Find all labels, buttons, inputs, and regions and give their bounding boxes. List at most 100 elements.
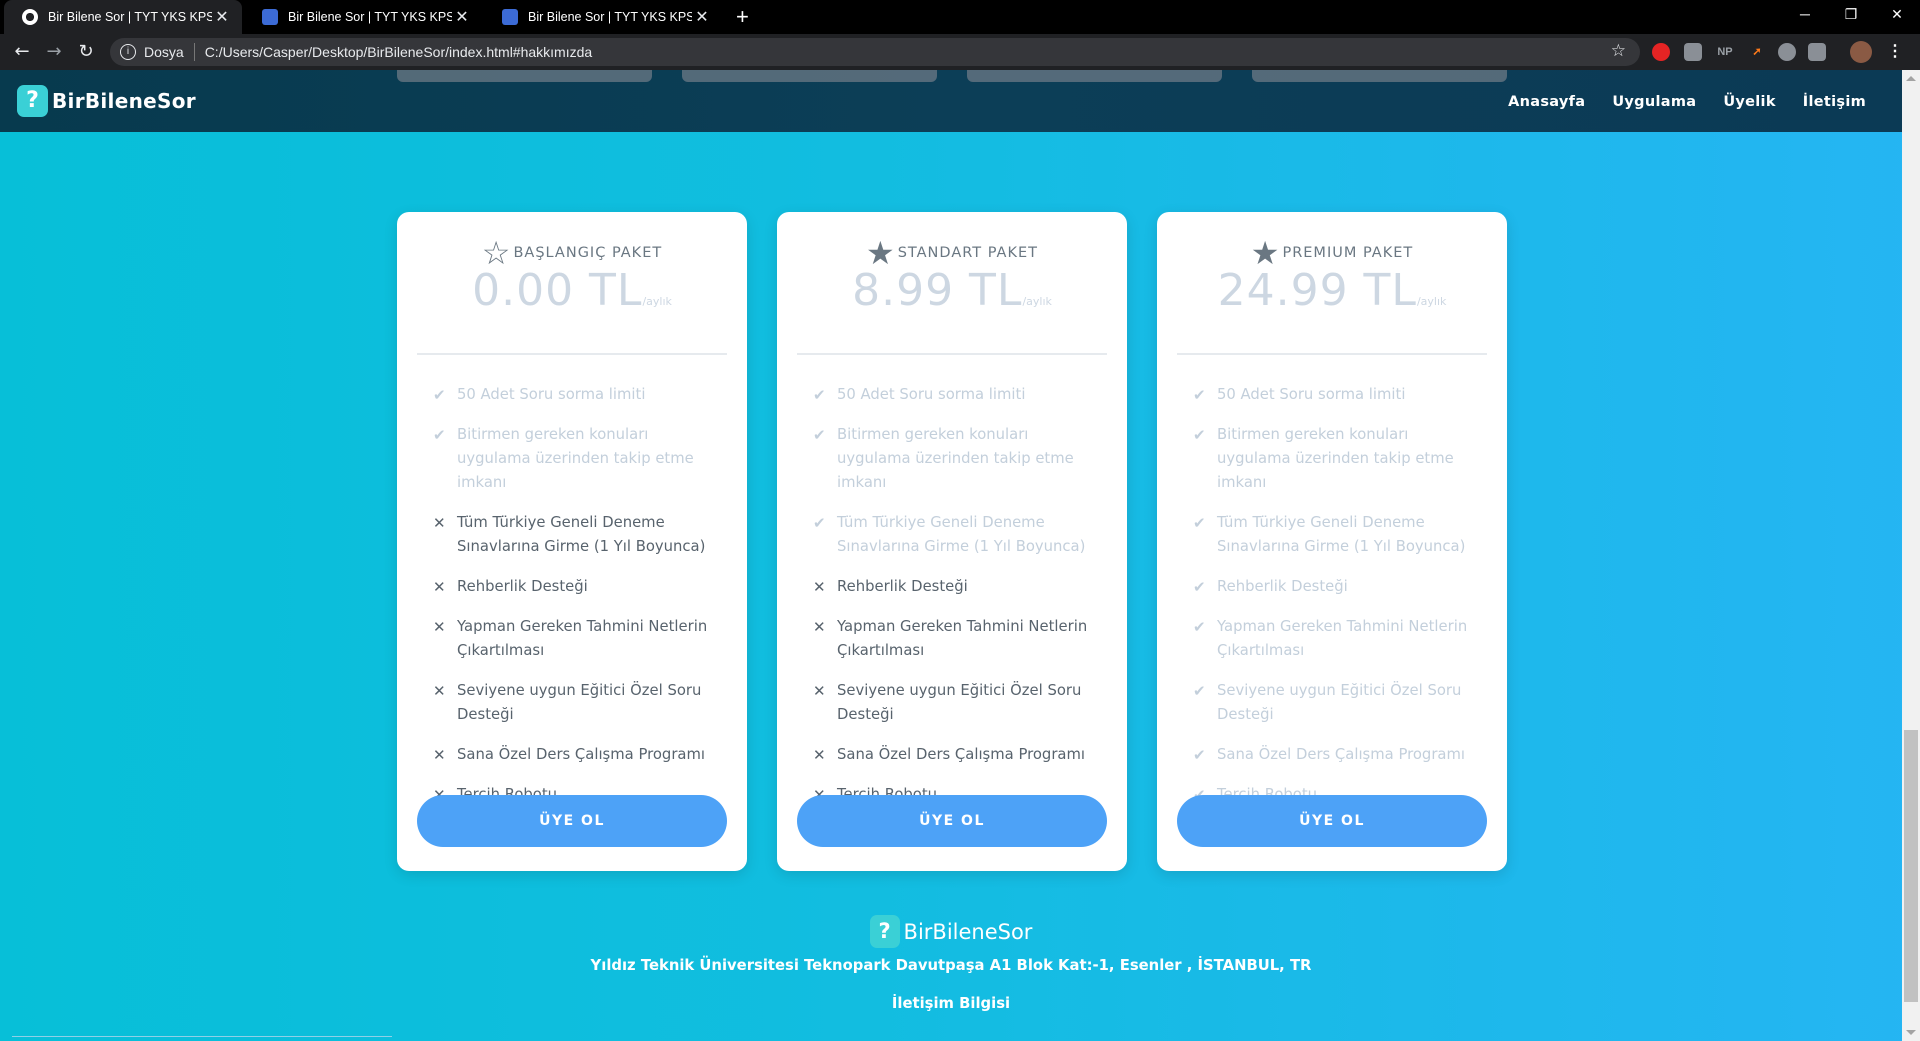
check-icon: ✔ <box>1193 746 1206 764</box>
tab-title: Bir Bilene Sor | TYT YKS KPSS ALES <box>288 10 452 24</box>
tab-title: Bir Bilene Sor | TYT YKS KPSS ALES <box>48 10 212 24</box>
feature-text: Bitirmen gereken konuları uygulama üzeri… <box>1217 426 1454 491</box>
feature-text: Sana Özel Ders Çalışma Programı <box>457 746 705 763</box>
feature-item: ✕ Sana Özel Ders Çalışma Programı <box>433 743 725 767</box>
back-icon[interactable]: ← <box>10 40 34 64</box>
extension-arrow-icon[interactable]: ➚ <box>1748 43 1766 61</box>
feature-text: Seviyene uygun Eğitici Özel Soru Desteği <box>837 682 1082 723</box>
feature-text: Tüm Türkiye Geneli Deneme Sınavlarına Gi… <box>457 514 706 555</box>
feature-list: ✔ 50 Adet Soru sorma limiti ✔ Bitirmen gere… <box>777 355 1127 807</box>
footer-logo[interactable]: ? BirBileneSor <box>869 915 1033 948</box>
feature-text: Sana Özel Ders Çalışma Programı <box>1217 746 1465 763</box>
vertical-scrollbar[interactable] <box>1902 70 1920 1041</box>
browser-tab-2[interactable]: Bir Bilene Sor | TYT YKS KPSS ALES ✕ <box>244 0 482 34</box>
scroll-up-icon[interactable] <box>1906 76 1916 81</box>
nav-link-home[interactable]: Anasayfa <box>1508 94 1585 110</box>
nav-link-membership[interactable]: Üyelik <box>1723 94 1775 110</box>
nav-link-app[interactable]: Uygulama <box>1612 94 1696 110</box>
feature-list: ✔ 50 Adet Soru sorma limiti ✔ Bitirmen gere… <box>397 355 747 807</box>
feature-item: ✔ Seviyene uygun Eğitici Özel Soru Desteğ… <box>1193 679 1485 727</box>
forward-icon[interactable]: → <box>42 40 66 64</box>
check-icon: ✔ <box>813 514 826 532</box>
site-header: ? BirBileneSor Anasayfa Uygulama Üyelik … <box>0 70 1902 132</box>
pricing-card: ☆ BAŞLANGIÇ PAKET 0.00 TL/aylık ✔ 50 Adet So… <box>397 212 747 871</box>
check-icon: ✔ <box>1193 578 1206 596</box>
extension-np-icon[interactable]: NP <box>1713 43 1737 61</box>
background-card-edge <box>967 70 1222 82</box>
browser-toolbar: ← → ↻ i Dosya C:/Users/Casper/Desktop/Bi… <box>0 34 1920 70</box>
site-logo[interactable]: ? BirBileneSor <box>17 85 196 117</box>
feature-item: ✔ Yapman Gereken Tahmini Netlerin Çıkartı… <box>1193 615 1485 663</box>
cross-icon: ✕ <box>813 682 826 700</box>
feature-text: Rehberlik Desteği <box>457 578 588 595</box>
plan-price: 0.00 TL/aylık <box>417 265 727 316</box>
browser-tab-strip: Bir Bilene Sor | TYT YKS KPSS ALES ✕ Bir… <box>0 0 1920 34</box>
signup-button[interactable]: ÜYE OL <box>1177 795 1487 847</box>
feature-item: ✔ 50 Adet Soru sorma limiti <box>1193 383 1485 407</box>
close-tab-icon[interactable]: ✕ <box>692 7 712 27</box>
check-icon: ✔ <box>1193 618 1206 636</box>
check-icon: ✔ <box>1193 426 1206 444</box>
feature-text: Sana Özel Ders Çalışma Programı <box>837 746 1085 763</box>
feature-text: Yapman Gereken Tahmini Netlerin Çıkartıl… <box>457 618 708 659</box>
extension-chat-icon[interactable] <box>1778 43 1796 61</box>
cross-icon: ✕ <box>813 618 826 636</box>
feature-item: ✔ Rehberlik Desteği <box>1193 575 1485 599</box>
question-logo-icon: ? <box>17 85 48 117</box>
footer-logo-text: BirBileneSor <box>903 919 1033 944</box>
signup-button[interactable]: ÜYE OL <box>417 795 727 847</box>
feature-text: 50 Adet Soru sorma limiti <box>457 386 646 403</box>
plan-price-value: 24.99 TL <box>1217 265 1417 316</box>
check-icon: ✔ <box>1193 514 1206 532</box>
nav-link-contact[interactable]: İletişim <box>1803 94 1866 110</box>
cross-icon: ✕ <box>813 578 826 596</box>
plan-price: 24.99 TL/aylık <box>1177 265 1487 316</box>
feature-text: Bitirmen gereken konuları uygulama üzeri… <box>457 426 694 491</box>
scroll-down-icon[interactable] <box>1906 1030 1916 1035</box>
plan-price-value: 0.00 TL <box>472 265 643 316</box>
menu-dots-icon[interactable]: ⋮ <box>1886 43 1904 61</box>
info-icon[interactable]: i <box>120 44 136 60</box>
extension-shield-icon[interactable] <box>1684 43 1702 61</box>
browser-tab-3[interactable]: Bir Bilene Sor | TYT YKS KPSS ALES ✕ <box>484 0 722 34</box>
background-card-edge <box>397 70 652 82</box>
site-footer: ? BirBileneSor Yıldız Teknik Üniversites… <box>0 915 1902 1012</box>
plan-name: BAŞLANGIÇ PAKET <box>513 245 663 261</box>
check-icon: ✔ <box>433 426 446 444</box>
pricing-card-header: ★ PREMIUM PAKET 24.99 TL/aylık <box>1177 212 1487 355</box>
page-viewport: ? BirBileneSor Anasayfa Uygulama Üyelik … <box>0 70 1920 1041</box>
browser-tab-1[interactable]: Bir Bilene Sor | TYT YKS KPSS ALES ✕ <box>4 0 242 34</box>
close-tab-icon[interactable]: ✕ <box>452 7 472 27</box>
window-close-icon[interactable]: ✕ <box>1874 0 1920 30</box>
feature-text: 50 Adet Soru sorma limiti <box>837 386 1026 403</box>
contact-info-link[interactable]: İletişim Bilgisi <box>0 995 1902 1012</box>
extension-red-icon[interactable] <box>1652 43 1670 61</box>
cross-icon: ✕ <box>813 746 826 764</box>
scrollbar-thumb[interactable] <box>1904 730 1918 1002</box>
check-icon: ✔ <box>1193 386 1206 404</box>
reload-icon[interactable]: ↻ <box>74 40 98 64</box>
feature-item: ✕ Tüm Türkiye Geneli Deneme Sınavlarına G… <box>433 511 725 559</box>
feature-text: Seviyene uygun Eğitici Özel Soru Desteği <box>1217 682 1462 723</box>
feature-text: 50 Adet Soru sorma limiti <box>1217 386 1406 403</box>
site-favicon-icon <box>262 9 278 25</box>
profile-avatar[interactable] <box>1850 41 1872 63</box>
cross-icon: ✕ <box>433 618 446 636</box>
minimize-icon[interactable]: ─ <box>1782 0 1828 30</box>
footer-address: Yıldız Teknik Üniversitesi Teknopark Dav… <box>590 957 1312 974</box>
close-tab-icon[interactable]: ✕ <box>212 7 232 27</box>
feature-item: ✕ Seviyene uygun Eğitici Özel Soru Desteğ… <box>813 679 1105 727</box>
address-bar[interactable]: i Dosya C:/Users/Casper/Desktop/BirBilen… <box>110 38 1640 66</box>
feature-text: Bitirmen gereken konuları uygulama üzeri… <box>837 426 1074 491</box>
new-tab-button[interactable]: + <box>736 4 749 30</box>
feature-text: Tüm Türkiye Geneli Deneme Sınavlarına Gi… <box>1217 514 1466 555</box>
feature-text: Tüm Türkiye Geneli Deneme Sınavlarına Gi… <box>837 514 1086 555</box>
signup-button[interactable]: ÜYE OL <box>797 795 1107 847</box>
bookmark-star-icon[interactable]: ☆ <box>1611 41 1626 61</box>
plan-price-value: 8.99 TL <box>852 265 1023 316</box>
feature-item: ✔ Tüm Türkiye Geneli Deneme Sınavlarına G… <box>1193 511 1485 559</box>
pricing-card: ★ STANDART PAKET 8.99 TL/aylık ✔ 50 Adet Sor… <box>777 212 1127 871</box>
restore-icon[interactable]: ❐ <box>1828 0 1874 30</box>
extension-shield2-icon[interactable] <box>1808 43 1826 61</box>
site-favicon-icon <box>502 9 518 25</box>
